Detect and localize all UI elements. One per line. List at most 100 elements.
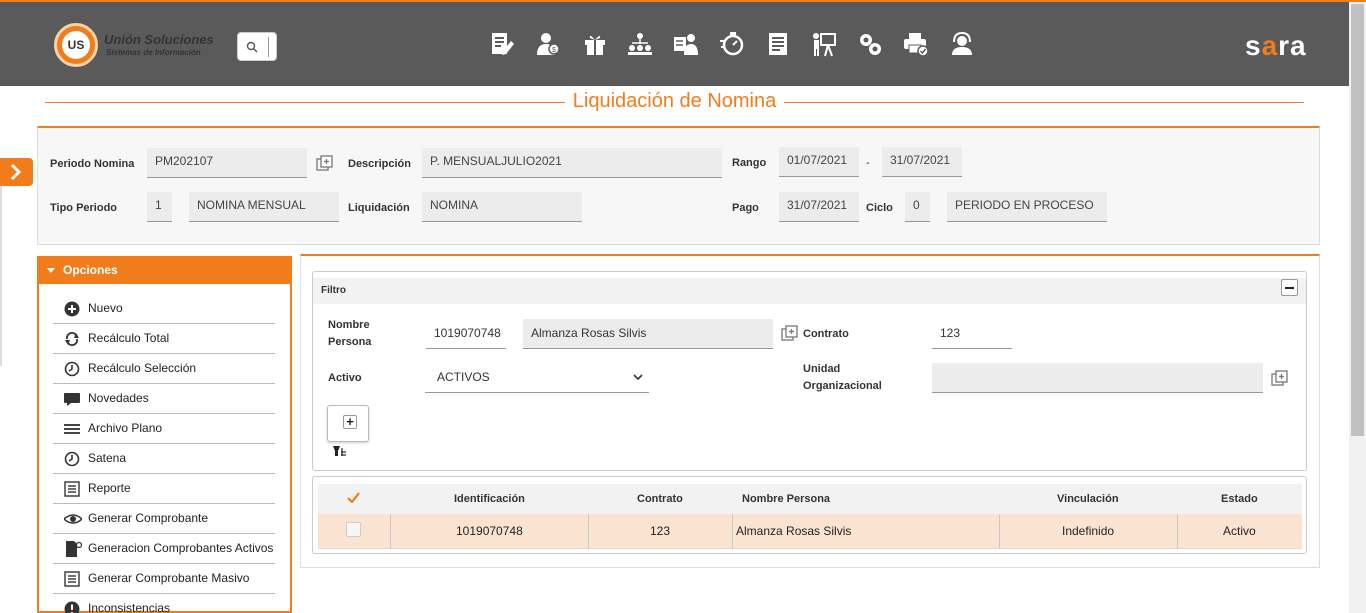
cell-estado: Activo xyxy=(1223,524,1256,538)
option-satena[interactable]: Satena xyxy=(53,444,275,474)
option-label: Nuevo xyxy=(88,301,123,315)
activo-select[interactable]: ACTIVOS xyxy=(425,363,649,393)
side-panel-toggle[interactable] xyxy=(0,158,33,186)
unidad-organizacional-field[interactable] xyxy=(932,363,1263,393)
hierarchy-icon[interactable] xyxy=(627,31,653,57)
timer-icon[interactable] xyxy=(719,31,745,57)
pago-field[interactable]: 31/07/2021 xyxy=(779,192,859,222)
logo-badge-text: US xyxy=(62,31,90,59)
document-edit-icon[interactable] xyxy=(489,31,515,57)
persona-id-field[interactable]: 1019070748 xyxy=(426,319,506,349)
company-logo[interactable]: US Unión Soluciones Sistemas de Informac… xyxy=(54,23,224,69)
tipo-periodo-code-field[interactable]: 1 xyxy=(147,192,172,222)
chevron-right-icon xyxy=(10,163,22,181)
col-identificacion[interactable]: Identificación xyxy=(454,493,525,505)
unidad-label-1: Unidad xyxy=(803,363,841,375)
option-generar-comprobante-masivo[interactable]: Generar Comprobante Masivo xyxy=(53,564,275,594)
option-nuevo[interactable]: Nuevo xyxy=(53,294,275,324)
tipo-periodo-label: Tipo Periodo xyxy=(50,202,118,214)
search-icon xyxy=(246,41,258,53)
lookup-icon[interactable] xyxy=(316,155,334,173)
col-contrato[interactable]: Contrato xyxy=(637,493,683,505)
ciclo-field[interactable]: 0 xyxy=(905,192,930,222)
minus-icon xyxy=(1285,287,1294,289)
periodo-field[interactable]: PM202107 xyxy=(147,148,307,178)
tipo-periodo-field[interactable]: NOMINA MENSUAL xyxy=(189,192,339,222)
rango-separator: - xyxy=(866,157,870,169)
clear-filter-icon[interactable] xyxy=(332,444,348,458)
cell-divider xyxy=(390,514,391,549)
filter-header: Filtro xyxy=(313,278,1306,304)
page-title-bar: Liquidación de Nomina xyxy=(45,90,1304,116)
option-recalculo-seleccion[interactable]: Recálculo Selección xyxy=(53,354,275,384)
cell-nombre: Almanza Rosas Silvis xyxy=(736,524,852,538)
period-info-panel: Periodo Nomina PM202107 Descripción P. M… xyxy=(37,126,1320,245)
option-archivo-plano[interactable]: Archivo Plano xyxy=(53,414,275,444)
page-title-container: Liquidación de Nomina xyxy=(45,90,1304,113)
row-checkbox[interactable] xyxy=(346,522,361,537)
activo-label: Activo xyxy=(328,372,362,384)
option-label: Recálculo Selección xyxy=(88,361,197,375)
app-header: US Unión Soluciones Sistemas de Informac… xyxy=(0,2,1349,86)
option-novedades[interactable]: Novedades xyxy=(53,384,275,414)
clock-icon xyxy=(64,451,80,467)
option-generacion-comprobantes-activos[interactable]: Generacion Comprobantes Activos xyxy=(53,534,275,564)
person-card-icon[interactable] xyxy=(673,31,699,57)
options-header[interactable]: Opciones xyxy=(37,256,292,284)
nombre-persona-label-2: Persona xyxy=(328,336,372,348)
list-alt-icon xyxy=(64,481,80,497)
persona-nombre-field[interactable]: Almanza Rosas Silvis xyxy=(523,319,773,349)
logo-subtitle: Sistemas de Información xyxy=(106,48,201,57)
option-reporte[interactable]: Reporte xyxy=(53,474,275,504)
add-filter-button[interactable]: + xyxy=(327,405,369,442)
printer-check-icon[interactable] xyxy=(903,31,929,57)
col-estado[interactable]: Estado xyxy=(1221,493,1258,505)
option-label: Reporte xyxy=(88,481,131,495)
contrato-field[interactable]: 123 xyxy=(932,319,1012,349)
table-row[interactable]: 1019070748 123 Almanza Rosas Silvis Inde… xyxy=(318,514,1302,549)
logo-badge: US xyxy=(54,23,98,67)
rango-hasta-field[interactable]: 31/07/2021 xyxy=(882,147,962,177)
liquidacion-label: Liquidación xyxy=(348,202,410,214)
option-label: Generar Comprobante xyxy=(88,511,209,525)
option-inconsistencias[interactable]: Inconsistencias xyxy=(53,594,275,613)
scrollbar-thumb[interactable] xyxy=(1351,4,1364,436)
presentation-icon[interactable] xyxy=(811,31,837,57)
gears-icon[interactable] xyxy=(857,31,883,57)
list-alt-icon xyxy=(64,571,80,587)
collapse-filter-button[interactable] xyxy=(1281,279,1298,296)
brand-logo: sara xyxy=(1245,30,1307,62)
check-icon[interactable] xyxy=(347,492,360,503)
caret-down-icon xyxy=(47,268,55,274)
option-recalculo-total[interactable]: Recálculo Total xyxy=(53,324,275,354)
liquidacion-field[interactable]: NOMINA xyxy=(422,192,582,222)
rango-desde-field[interactable]: 01/07/2021 xyxy=(779,147,859,177)
col-nombre-persona[interactable]: Nombre Persona xyxy=(742,493,830,505)
option-label: Archivo Plano xyxy=(88,421,163,435)
periodo-label: Periodo Nomina xyxy=(50,158,135,170)
descripcion-field[interactable]: P. MENSUALJULIO2021 xyxy=(422,148,722,178)
rango-label: Rango xyxy=(732,157,767,169)
options-title: Opciones xyxy=(63,263,118,277)
option-label: Recálculo Total xyxy=(88,331,170,345)
cell-identificacion: 1019070748 xyxy=(456,524,523,538)
person-money-icon[interactable]: $ xyxy=(535,31,561,57)
page-scrollbar[interactable] xyxy=(1349,2,1366,613)
contrato-label: Contrato xyxy=(803,328,849,340)
plus-circle-icon xyxy=(64,301,80,317)
option-label: Inconsistencias xyxy=(88,601,171,613)
search-divider xyxy=(268,37,269,57)
report-list-icon[interactable] xyxy=(765,31,791,57)
lookup-icon[interactable] xyxy=(781,325,799,343)
gift-icon[interactable] xyxy=(582,31,608,57)
file-gear-icon xyxy=(66,541,82,557)
comment-icon xyxy=(64,393,80,406)
support-agent-icon[interactable] xyxy=(949,31,975,57)
periodo-estado-field[interactable]: PERIODO EN PROCESO xyxy=(947,192,1107,222)
lookup-icon[interactable] xyxy=(1271,370,1289,388)
search-button[interactable] xyxy=(237,32,277,61)
lines-icon xyxy=(64,424,80,434)
svg-text:$: $ xyxy=(552,47,556,54)
option-generar-comprobante[interactable]: Generar Comprobante xyxy=(53,504,275,534)
col-vinculacion[interactable]: Vinculación xyxy=(1057,493,1119,505)
